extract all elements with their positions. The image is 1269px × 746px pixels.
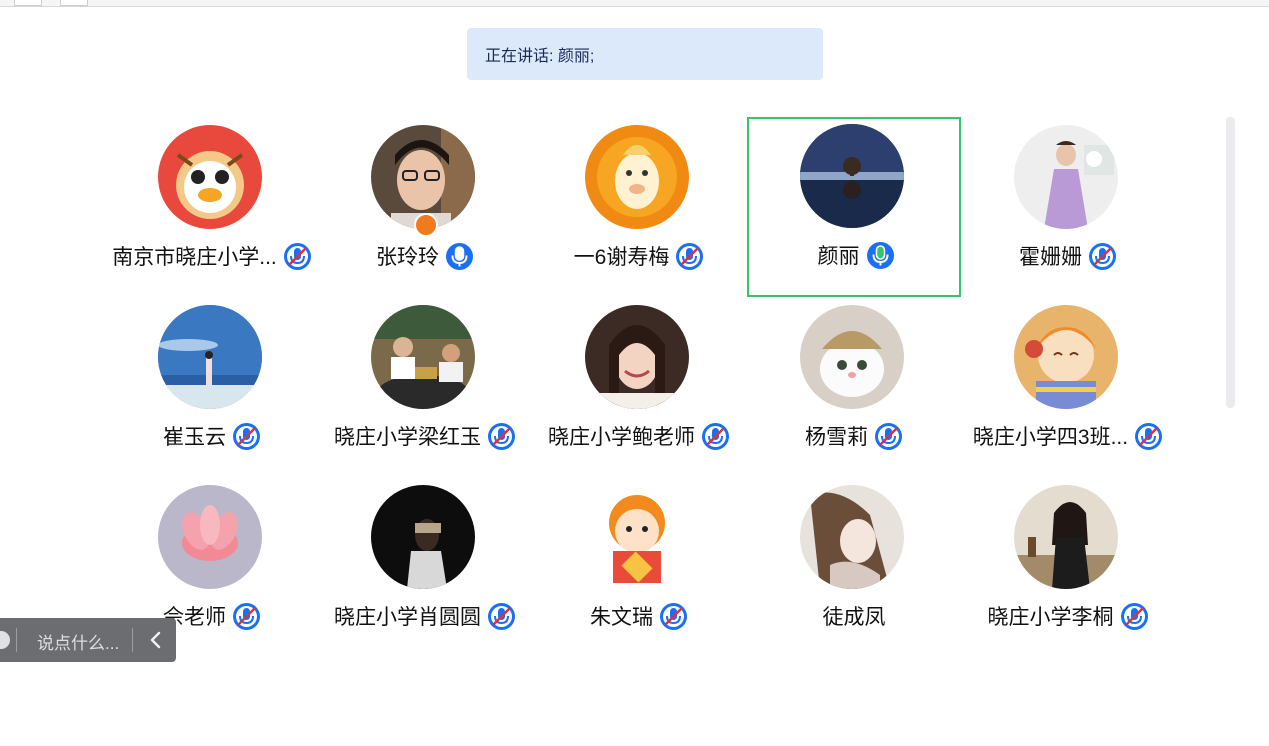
participant-name: 崔玉云	[163, 426, 226, 449]
avatar-container	[585, 305, 689, 409]
mic-muted-icon[interactable]	[874, 422, 903, 451]
participant-name-row: 朱文瑞	[532, 600, 746, 632]
toolbar-tab[interactable]	[14, 0, 42, 6]
mic-speaking-icon[interactable]	[866, 241, 895, 270]
participant-name-row: 一6谢寿梅	[532, 240, 746, 272]
mic-muted-icon[interactable]	[1134, 422, 1163, 451]
participant-name: 晓庄小学肖圆圆	[334, 606, 481, 629]
avatar[interactable]	[1014, 485, 1118, 589]
participant-name: 南京市晓庄小学...	[112, 246, 277, 269]
avatar-container	[1014, 485, 1118, 589]
participant-tile[interactable]: 颜丽	[747, 117, 961, 297]
participant-name-row: 晓庄小学四3班...	[961, 420, 1175, 452]
avatar[interactable]	[371, 485, 475, 589]
avatar-container	[158, 485, 262, 589]
avatar[interactable]	[158, 305, 262, 409]
speaking-text: 正在讲话: 颜丽;	[485, 48, 595, 65]
participant-tile[interactable]: 张玲玲	[318, 118, 532, 298]
avatar[interactable]	[800, 305, 904, 409]
mic-muted-icon[interactable]	[487, 602, 516, 631]
participant-name: 颜丽	[817, 245, 860, 268]
speaking-banner: 正在讲话: 颜丽;	[467, 28, 823, 80]
participant-name-row: 晓庄小学李桐	[961, 600, 1175, 632]
host-badge-icon	[414, 213, 438, 237]
chevron-left-icon[interactable]	[149, 631, 163, 649]
participant-name-row: 南京市晓庄小学...	[105, 240, 319, 272]
avatar-container	[585, 125, 689, 229]
mic-muted-icon[interactable]	[1120, 602, 1149, 631]
participant-tile[interactable]: 崔玉云	[105, 298, 319, 478]
participant-name-row: 晓庄小学肖圆圆	[318, 600, 532, 632]
top-toolbar-strip	[0, 0, 1269, 7]
participant-name-row: 张玲玲	[318, 240, 532, 272]
mic-muted-icon[interactable]	[232, 602, 261, 631]
participant-name: 晓庄小学四3班...	[972, 426, 1129, 449]
mic-on-icon[interactable]	[445, 242, 474, 271]
avatar-container	[800, 305, 904, 409]
participant-tile[interactable]: 晓庄小学四3班...	[961, 298, 1175, 478]
mic-muted-icon[interactable]	[675, 242, 704, 271]
participant-tile[interactable]: 晓庄小学李桐	[961, 478, 1175, 658]
avatar[interactable]	[585, 485, 689, 589]
participant-name-row: 杨雪莉	[747, 420, 961, 452]
avatar-container	[1014, 305, 1118, 409]
participant-name-row: 晓庄小学鲍老师	[532, 420, 746, 452]
participant-name: 杨雪莉	[805, 426, 868, 449]
avatar-container	[800, 485, 904, 589]
avatar-container	[158, 125, 262, 229]
avatar-container	[371, 305, 475, 409]
participant-name-row: 霍姗姗	[961, 240, 1175, 272]
divider	[16, 628, 17, 652]
avatar-container	[158, 305, 262, 409]
mic-muted-icon[interactable]	[283, 242, 312, 271]
participant-name: 张玲玲	[376, 246, 439, 269]
participant-name-row: 崔玉云	[105, 420, 319, 452]
participant-tile[interactable]: 杨雪莉	[747, 298, 961, 478]
participant-tile[interactable]: 朱文瑞	[532, 478, 746, 658]
participant-tile[interactable]: 一6谢寿梅	[532, 118, 746, 298]
scrollbar[interactable]	[1226, 117, 1235, 408]
participant-name-row: 晓庄小学梁红玉	[318, 420, 532, 452]
emoji-icon[interactable]	[0, 631, 10, 649]
avatar-container	[585, 485, 689, 589]
avatar[interactable]	[158, 485, 262, 589]
participant-name-row: 徒成凤	[747, 600, 961, 632]
participant-name: 霍姗姗	[1019, 246, 1082, 269]
participant-tile[interactable]: 晓庄小学梁红玉	[318, 298, 532, 478]
mic-muted-icon[interactable]	[659, 602, 688, 631]
participant-tile[interactable]: 徒成凤	[747, 478, 961, 658]
mic-muted-icon[interactable]	[487, 422, 516, 451]
avatar[interactable]	[1014, 305, 1118, 409]
participant-name: 一6谢寿梅	[573, 246, 670, 269]
participant-name: 晓庄小学李桐	[987, 606, 1114, 629]
chat-placeholder[interactable]: 说点什么...	[37, 629, 119, 654]
participant-name: 晓庄小学梁红玉	[334, 426, 481, 449]
avatar-container	[1014, 125, 1118, 229]
participant-name: 徒成凤	[822, 606, 886, 629]
avatar[interactable]	[585, 305, 689, 409]
avatar-container	[800, 124, 904, 228]
avatar[interactable]	[800, 124, 904, 228]
participant-name-row: 颜丽	[749, 239, 963, 271]
toolbar-tab[interactable]	[60, 0, 88, 6]
avatar[interactable]	[371, 305, 475, 409]
participant-tile[interactable]: 南京市晓庄小学...	[105, 118, 319, 298]
avatar[interactable]	[800, 485, 904, 589]
avatar-container	[371, 125, 475, 237]
participant-tile[interactable]: 霍姗姗	[961, 118, 1175, 298]
avatar[interactable]	[585, 125, 689, 229]
participant-tile[interactable]: 晓庄小学鲍老师	[532, 298, 746, 478]
participant-name: 晓庄小学鲍老师	[548, 426, 695, 449]
avatar[interactable]	[158, 125, 262, 229]
mic-muted-icon[interactable]	[1088, 242, 1117, 271]
mic-muted-icon[interactable]	[701, 422, 730, 451]
participant-tile[interactable]: 晓庄小学肖圆圆	[318, 478, 532, 658]
chat-input-bar[interactable]: 说点什么...	[0, 618, 176, 662]
avatar-container	[371, 485, 475, 589]
mic-muted-icon[interactable]	[232, 422, 261, 451]
participant-name: 朱文瑞	[590, 606, 653, 629]
avatar[interactable]	[1014, 125, 1118, 229]
divider	[132, 628, 133, 652]
